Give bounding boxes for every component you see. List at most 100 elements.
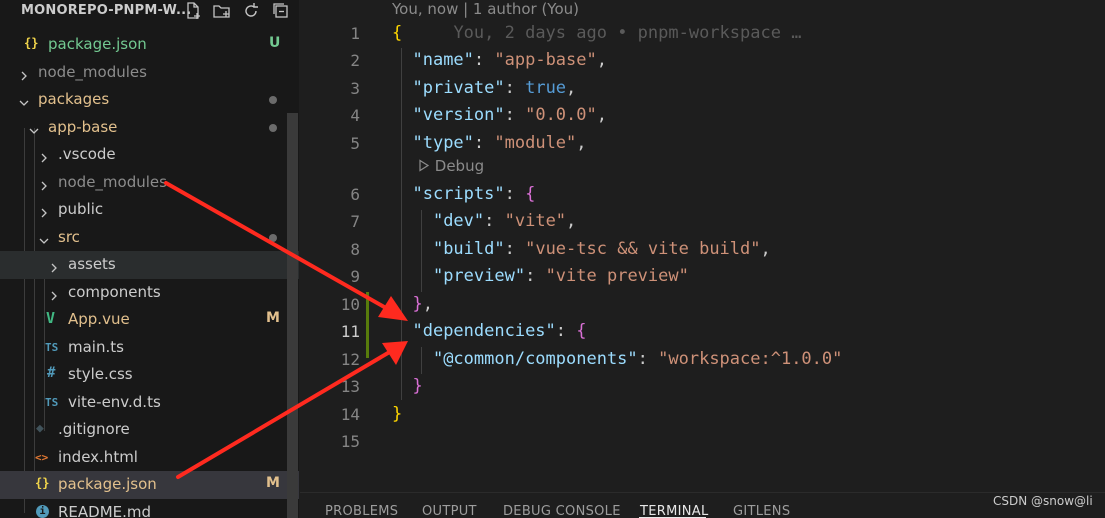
modified-dot bbox=[269, 123, 277, 132]
tree-item-label: package.json bbox=[48, 35, 147, 53]
typescript-file-icon: TS bbox=[45, 395, 59, 409]
line-number: 15 bbox=[340, 432, 360, 451]
json-key: "name" bbox=[412, 50, 474, 70]
explorer-sidebar: MONOREPO-PNPM-W... {} package.json U nod… bbox=[0, 0, 299, 518]
brace-close: } bbox=[412, 294, 423, 314]
tree-item-assets[interactable]: assets bbox=[0, 251, 299, 279]
brace-open: { bbox=[576, 321, 587, 341]
tree-item-label: packages bbox=[38, 90, 110, 108]
tree-item-readme[interactable]: i README.md bbox=[0, 499, 299, 518]
brace-open: { bbox=[525, 184, 536, 204]
tree-item-label: index.html bbox=[58, 447, 138, 466]
debug-codelens[interactable]: Debug bbox=[418, 157, 484, 176]
json-key: "type" bbox=[412, 133, 474, 153]
refresh-icon[interactable] bbox=[241, 1, 261, 21]
json-key: "@common/components" bbox=[432, 349, 638, 369]
code-line-1: 1 { You, 2 days ago • pnpm-workspace … bbox=[300, 20, 1105, 48]
tree-item-label: public bbox=[58, 200, 104, 218]
line-number: 14 bbox=[340, 405, 360, 424]
untracked-badge: U bbox=[269, 35, 281, 51]
code-line-14: 14 } bbox=[300, 401, 1105, 429]
tree-item-components[interactable]: components bbox=[0, 279, 299, 307]
gitlens-codelens[interactable]: You, now | 1 author (You) bbox=[392, 0, 579, 18]
line-number: 1 bbox=[350, 24, 360, 43]
chevron-right-icon bbox=[48, 259, 60, 273]
tree-item-src[interactable]: src bbox=[0, 224, 299, 252]
code-line-11: 11 "dependencies": { bbox=[300, 318, 1105, 346]
tree-item-packages[interactable]: packages bbox=[0, 86, 299, 114]
info-file-icon: i bbox=[36, 504, 49, 518]
json-value: "vue-tsc && vite build" bbox=[525, 239, 761, 259]
line-number: 2 bbox=[350, 51, 360, 70]
tab-output[interactable]: OUTPUT bbox=[422, 504, 477, 518]
tree-item-label: .vscode bbox=[58, 145, 116, 163]
tab-terminal[interactable]: TERMINAL bbox=[640, 504, 709, 518]
modified-badge: M bbox=[266, 310, 280, 326]
line-number: 4 bbox=[350, 106, 360, 125]
tree-item-label: App.vue bbox=[68, 310, 130, 328]
code-line-4: 4 "version": "0.0.0", bbox=[300, 102, 1105, 130]
play-icon bbox=[418, 158, 430, 176]
tab-problems[interactable]: PROBLEMS bbox=[325, 504, 398, 518]
explorer-header: MONOREPO-PNPM-W... bbox=[0, 0, 299, 22]
tree-item-vite-env[interactable]: TS vite-env.d.ts bbox=[0, 389, 299, 417]
tree-item-style-css[interactable]: # style.css bbox=[0, 361, 299, 389]
json-value: "vite" bbox=[504, 211, 567, 231]
tree-item-label: assets bbox=[68, 255, 116, 273]
json-file-icon: {} bbox=[24, 36, 39, 50]
code-line-3: 3 "private": true, bbox=[300, 75, 1105, 103]
json-key: "build" bbox=[432, 239, 505, 259]
json-key: "dependencies" bbox=[412, 321, 556, 341]
tree-item-index-html[interactable]: <> index.html bbox=[0, 444, 299, 472]
tree-item-gitignore[interactable]: ◆ .gitignore bbox=[0, 416, 299, 444]
tree-item-main-ts[interactable]: TS main.ts bbox=[0, 334, 299, 362]
tab-gitlens[interactable]: GITLENS bbox=[733, 504, 790, 518]
json-value: true bbox=[525, 78, 567, 98]
chevron-right-icon bbox=[38, 149, 50, 163]
line-number: 8 bbox=[350, 240, 360, 259]
explorer-title: MONOREPO-PNPM-W... bbox=[21, 3, 192, 18]
brace-open: { bbox=[392, 23, 403, 43]
modified-badge: M bbox=[266, 475, 280, 491]
git-file-icon: ◆ bbox=[36, 421, 44, 436]
code-line-7: 7 "dev": "vite", bbox=[300, 208, 1105, 236]
css-file-icon: # bbox=[47, 365, 56, 381]
json-key: "preview" bbox=[432, 266, 526, 286]
tree-item-app-base[interactable]: app-base bbox=[0, 114, 299, 142]
tree-item-label: node_modules bbox=[58, 172, 167, 191]
json-value: "workspace:^1.0.0" bbox=[658, 349, 843, 369]
tree-item-label: components bbox=[68, 282, 161, 301]
tab-debug-console[interactable]: DEBUG CONSOLE bbox=[503, 504, 621, 518]
tree-item-app-vue[interactable]: V App.vue M bbox=[0, 306, 299, 334]
git-blame-annotation: You, 2 days ago • pnpm-workspace … bbox=[453, 23, 802, 43]
file-tree: {} package.json U node_modules packages … bbox=[0, 31, 299, 518]
json-key: "scripts" bbox=[412, 184, 505, 204]
code-editor[interactable]: You, now | 1 author (You) 1 { You, 2 day… bbox=[300, 0, 1105, 492]
tree-item-label: node_modules bbox=[38, 62, 147, 81]
new-folder-icon[interactable] bbox=[212, 1, 232, 21]
brace-close: } bbox=[392, 404, 403, 424]
line-number: 10 bbox=[340, 295, 360, 314]
tree-item-vscode[interactable]: .vscode bbox=[0, 141, 299, 169]
tree-item-node-modules[interactable]: node_modules bbox=[0, 59, 299, 87]
chevron-right-icon bbox=[38, 177, 50, 190]
collapse-all-icon[interactable] bbox=[271, 1, 291, 21]
tree-item-package-json-selected[interactable]: {} package.json M bbox=[0, 471, 299, 499]
code-line-9: 9 "preview": "vite preview" bbox=[300, 263, 1105, 291]
new-file-icon[interactable] bbox=[183, 1, 203, 21]
modified-dot bbox=[269, 96, 277, 104]
tree-item-public[interactable]: public bbox=[0, 196, 299, 224]
line-number: 7 bbox=[350, 212, 360, 231]
code-line-15: 15 bbox=[300, 428, 1105, 456]
line-number: 9 bbox=[350, 267, 360, 286]
sidebar-scrollbar[interactable] bbox=[287, 113, 298, 518]
tree-item-label: style.css bbox=[68, 365, 133, 383]
code-line-6: 6 "scripts": { bbox=[300, 181, 1105, 209]
code-line-12: 12 "@common/components": "workspace:^1.0… bbox=[300, 346, 1105, 374]
tree-item-package-json[interactable]: {} package.json U bbox=[0, 31, 299, 59]
tree-item-node-modules[interactable]: node_modules bbox=[0, 169, 299, 197]
tree-item-label: package.json bbox=[58, 475, 157, 493]
code-line-8: 8 "build": "vue-tsc && vite build", bbox=[300, 236, 1105, 264]
typescript-file-icon: TS bbox=[45, 340, 59, 354]
html-file-icon: <> bbox=[35, 450, 49, 464]
